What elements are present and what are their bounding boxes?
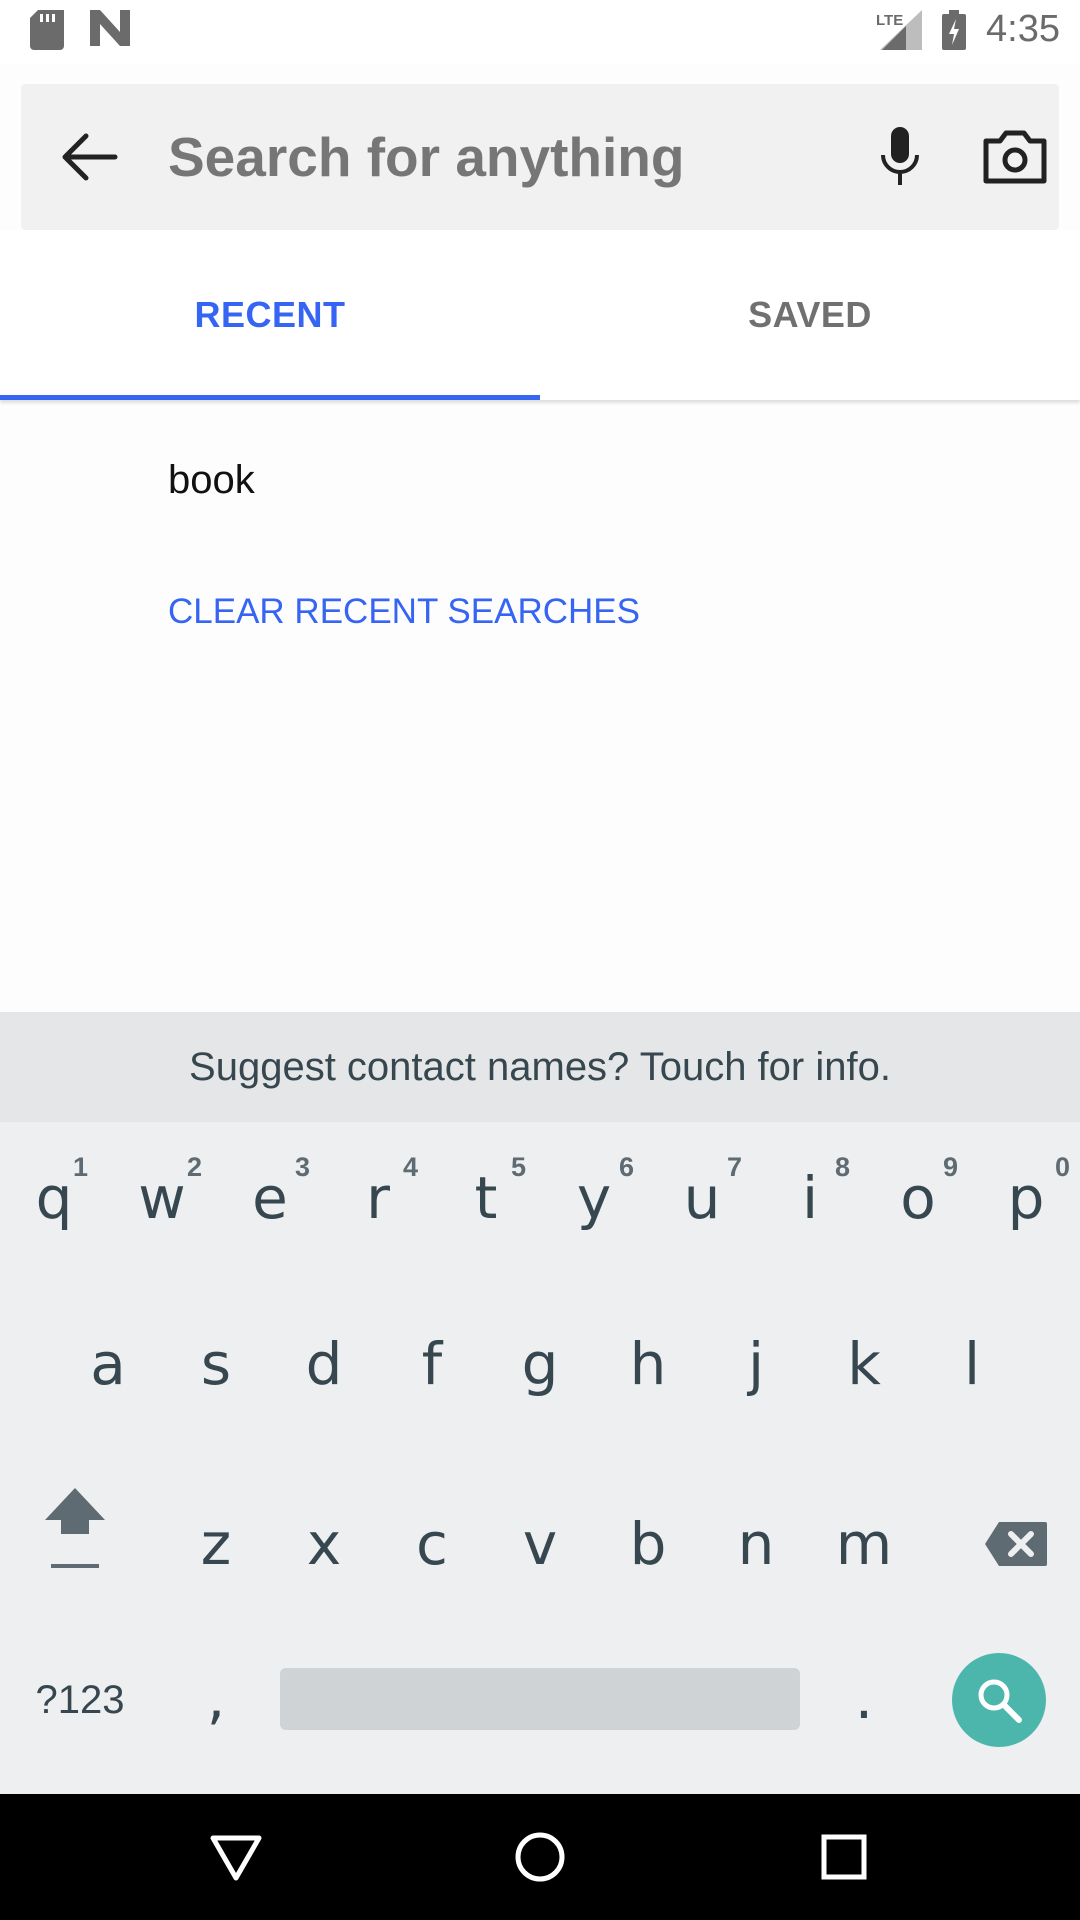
battery-charging-icon: [942, 10, 966, 55]
key-y[interactable]: y6: [554, 1140, 634, 1256]
key-hint: 3: [294, 1152, 310, 1182]
key-hint: 5: [510, 1152, 526, 1182]
key-label: o: [900, 1164, 936, 1232]
key-f[interactable]: f: [392, 1304, 472, 1424]
key-hint: 0: [1054, 1152, 1070, 1182]
shift-key[interactable]: [30, 1468, 120, 1588]
key-hint: 6: [618, 1152, 634, 1182]
key-u[interactable]: u7: [662, 1140, 742, 1256]
key-l[interactable]: l: [932, 1304, 1012, 1424]
key-d[interactable]: d: [284, 1304, 364, 1424]
key-hint: 9: [942, 1152, 958, 1182]
period-key[interactable]: .: [824, 1648, 904, 1748]
key-j[interactable]: j: [716, 1304, 796, 1424]
space-key[interactable]: [280, 1668, 800, 1730]
comma-key[interactable]: ,: [176, 1648, 256, 1748]
key-label: e: [252, 1164, 288, 1232]
key-s[interactable]: s: [176, 1304, 256, 1424]
key-x[interactable]: x: [284, 1484, 364, 1604]
key-n[interactable]: n: [716, 1484, 796, 1604]
key-a[interactable]: a: [68, 1304, 148, 1424]
n-logo-icon: [90, 10, 130, 51]
home-circle-icon[interactable]: [507, 1824, 573, 1890]
tab-bar: RECENT SAVED: [0, 230, 1080, 400]
key-w[interactable]: w2: [122, 1140, 202, 1256]
key-v[interactable]: v: [500, 1484, 580, 1604]
backspace-key[interactable]: [966, 1484, 1066, 1604]
key-hint: 7: [726, 1152, 742, 1182]
key-hint: 8: [834, 1152, 850, 1182]
key-r[interactable]: r4: [338, 1140, 418, 1256]
key-label: y: [576, 1164, 612, 1232]
keyboard: Suggest contact names? Touch for info. q…: [0, 1012, 1080, 1794]
suggestion-strip[interactable]: Suggest contact names? Touch for info.: [0, 1012, 1080, 1122]
key-c[interactable]: c: [392, 1484, 472, 1604]
key-hint: 2: [186, 1152, 202, 1182]
key-label: r: [366, 1164, 390, 1232]
recents-square-icon[interactable]: [811, 1824, 877, 1890]
search-key[interactable]: [952, 1653, 1046, 1747]
key-hint: 1: [72, 1152, 88, 1182]
tab-recent[interactable]: RECENT: [0, 230, 540, 400]
sd-card-icon: [30, 10, 64, 55]
microphone-icon[interactable]: [862, 119, 938, 195]
clear-recent-searches-button[interactable]: CLEAR RECENT SEARCHES: [168, 592, 640, 632]
key-label: i: [801, 1164, 819, 1232]
key-label: p: [1007, 1164, 1045, 1232]
search-bar: [21, 84, 1059, 230]
tab-saved[interactable]: SAVED: [540, 230, 1080, 400]
key-m[interactable]: m: [824, 1484, 904, 1604]
navigation-bar: [0, 1794, 1080, 1920]
status-time: 4:35: [986, 8, 1060, 50]
search-input[interactable]: [168, 114, 688, 200]
key-e[interactable]: e3: [230, 1140, 310, 1256]
key-h[interactable]: h: [608, 1304, 688, 1424]
key-q[interactable]: q1: [14, 1140, 94, 1256]
key-z[interactable]: z: [176, 1484, 256, 1604]
key-hint: 4: [402, 1152, 418, 1182]
key-t[interactable]: t5: [446, 1140, 526, 1256]
status-bar: LTE 4:35: [0, 0, 1080, 64]
signal-icon: [880, 10, 922, 55]
key-label: w: [138, 1164, 186, 1232]
back-arrow-icon[interactable]: [51, 119, 127, 195]
backspace-icon: [985, 1522, 1047, 1566]
key-label: u: [683, 1164, 721, 1232]
recent-search-item[interactable]: book: [168, 458, 255, 503]
key-k[interactable]: k: [824, 1304, 904, 1424]
key-label: q: [35, 1164, 73, 1232]
key-b[interactable]: b: [608, 1484, 688, 1604]
shift-arrow-icon: [45, 1488, 105, 1568]
back-triangle-icon[interactable]: [203, 1824, 269, 1890]
key-g[interactable]: g: [500, 1304, 580, 1424]
symbols-key[interactable]: ?123: [20, 1652, 140, 1748]
key-o[interactable]: o9: [878, 1140, 958, 1256]
key-i[interactable]: i8: [770, 1140, 850, 1256]
key-p[interactable]: p0: [986, 1140, 1070, 1256]
camera-icon[interactable]: [977, 119, 1053, 195]
tab-indicator: [0, 395, 540, 400]
key-label: t: [474, 1164, 498, 1232]
search-icon: [978, 1679, 1022, 1723]
